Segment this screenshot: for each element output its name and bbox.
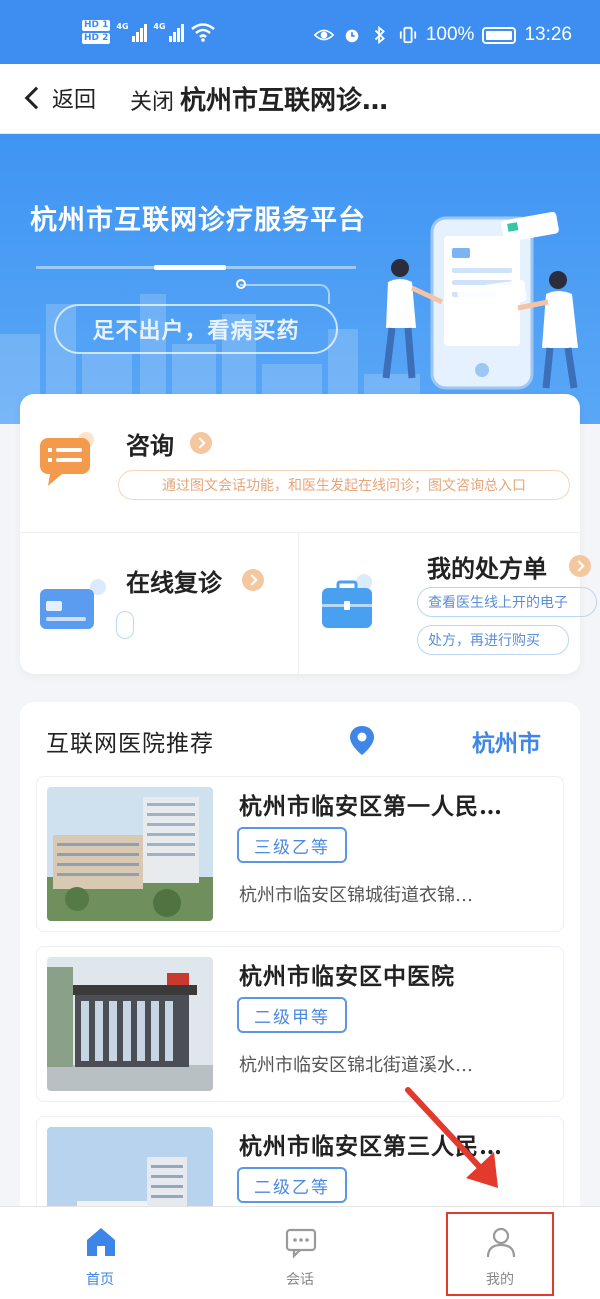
signal-2-icon: 4G (153, 22, 185, 42)
prescription-description-line1: 查看医生线上开的电子 (417, 587, 597, 617)
net1-label: 4G (116, 22, 129, 31)
status-bar: HD 1 HD 2 4G 4G 100% 13:26 (0, 0, 600, 64)
card-icon (40, 579, 106, 629)
consult-entry[interactable]: 咨询 通过图文会话功能，和医生发起在线问诊；图文咨询总入口 (20, 394, 580, 532)
home-icon (87, 1228, 115, 1256)
red-highlight-box (446, 1212, 554, 1296)
prescription-entry[interactable]: 我的处方单 查看医生线上开的电子 处方，再进行购买 (299, 533, 597, 674)
hospital-list-item[interactable]: 杭州市临安区中医院 二级甲等 杭州市临安区锦北街道溪水… (36, 946, 564, 1102)
hospital-photo (47, 787, 213, 921)
tab-chat[interactable]: 会话 (200, 1207, 400, 1299)
hd2-badge: HD 2 (82, 33, 111, 44)
battery-icon (482, 26, 517, 44)
chevron-right-icon (242, 569, 264, 591)
close-button[interactable]: 关闭 (130, 84, 174, 116)
message-icon (40, 432, 94, 486)
followup-description-pill (116, 611, 134, 639)
chevron-right-icon (190, 432, 212, 454)
chat-icon (285, 1228, 317, 1259)
hospital-grade-badge: 二级乙等 (237, 1167, 347, 1203)
banner-divider (36, 265, 356, 270)
chevron-left-icon (24, 86, 48, 110)
banner-wire-decoration (240, 284, 330, 304)
back-button[interactable]: 返回 (20, 82, 96, 114)
hd-indicator: HD 1 HD 2 (82, 20, 111, 44)
section-title: 互联网医院推荐 (46, 731, 214, 757)
doctor-illustration-icon (382, 211, 578, 390)
hospital-photo (47, 957, 213, 1091)
consult-title: 咨询 (126, 431, 174, 460)
wifi-icon (191, 23, 216, 42)
city-selector[interactable]: 杭州市 (472, 724, 541, 758)
hospital-grade-badge: 三级乙等 (237, 827, 347, 863)
signal-1-icon: 4G (116, 22, 148, 42)
banner-slogan-pill: 足不出户，看病买药 (54, 304, 338, 354)
page-title: 杭州市互联网诊… (180, 86, 389, 116)
services-card: 咨询 通过图文会话功能，和医生发起在线问诊；图文咨询总入口 在线复诊 我的处方单… (20, 394, 597, 674)
eye-icon (313, 29, 334, 41)
battery-percent: 100% (425, 24, 475, 45)
banner-wire-dot (236, 279, 246, 289)
prescription-description-line2: 处方，再进行购买 (417, 625, 569, 655)
hd1-badge: HD 1 (82, 20, 111, 31)
tab-home[interactable]: 首页 (0, 1207, 200, 1299)
hospital-name: 杭州市临安区中医院 (239, 963, 455, 990)
banner-title: 杭州市互联网诊疗服务平台 (30, 205, 366, 236)
consult-description: 通过图文会话功能，和医生发起在线问诊；图文咨询总入口 (118, 470, 570, 500)
back-label: 返回 (52, 88, 97, 113)
signal-group: HD 1 HD 2 4G 4G (82, 20, 216, 44)
hospital-list-item[interactable]: 杭州市临安区第一人民… 三级乙等 杭州市临安区锦城街道衣锦… (36, 776, 564, 932)
clock: 13:26 (524, 24, 572, 45)
hospital-address: 杭州市临安区锦北街道溪水… (239, 1055, 473, 1076)
medical-kit-icon (322, 574, 372, 628)
followup-title: 在线复诊 (126, 568, 222, 597)
net2-label: 4G (153, 22, 166, 31)
tab-label: 首页 (86, 1272, 114, 1288)
prescription-title: 我的处方单 (427, 554, 547, 583)
hospital-name: 杭州市临安区第一人民… (239, 793, 503, 820)
location-pin-icon[interactable] (348, 724, 376, 756)
status-right: 100% 13:26 (313, 24, 572, 46)
hospital-address: 杭州市临安区锦城街道衣锦… (239, 885, 473, 906)
red-arrow-annotation-icon (405, 1087, 498, 1188)
chevron-right-icon (569, 555, 591, 577)
vibrate-icon (399, 26, 416, 44)
followup-entry[interactable]: 在线复诊 (20, 533, 298, 674)
alarm-icon (345, 29, 359, 43)
banner-slogan: 足不出户，看病买药 (92, 319, 300, 344)
tab-label: 会话 (286, 1272, 314, 1288)
banner[interactable]: 杭州市互联网诊疗服务平台 足不出户，看病买药 (0, 134, 600, 424)
nav-bar: 返回 关闭 杭州市互联网诊… (0, 64, 600, 134)
bluetooth-icon (374, 26, 385, 44)
hospital-grade-badge: 二级甲等 (237, 997, 347, 1033)
